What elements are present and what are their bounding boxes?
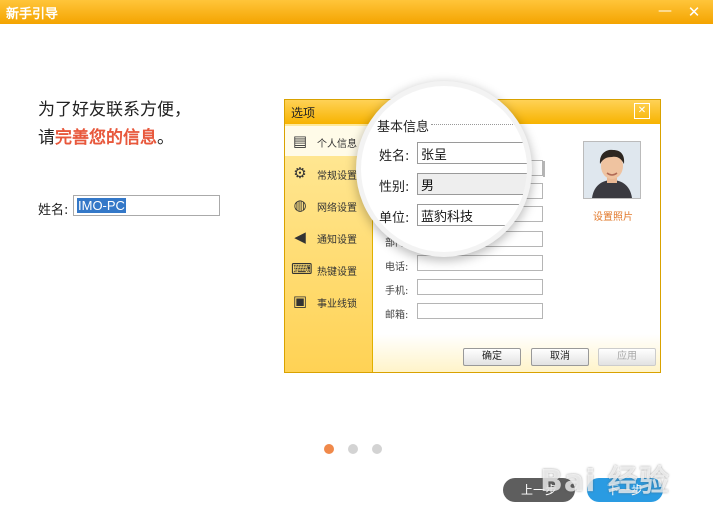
field-label-email: 邮箱: (385, 310, 409, 321)
ok-button-illustration: 确定 (463, 348, 521, 366)
phone-field (417, 255, 543, 271)
person-icon (584, 142, 640, 198)
sidebar-item-label: 个人信息 (317, 139, 357, 150)
email-field (417, 303, 543, 319)
name-input-value: IMO-PC (77, 198, 126, 213)
divider (431, 124, 527, 125)
sidebar-item-lock: ▣ 事业线锁 (285, 286, 372, 316)
basic-info-title: 基本信息 (377, 120, 430, 135)
intro-prefix: 请 (38, 128, 55, 148)
sidebar-item-label: 常规设置 (317, 171, 357, 182)
id-card-icon: ▤ (292, 132, 308, 150)
mag-name-field: 张呈 (417, 142, 527, 164)
field-label-mobile: 手机: (385, 286, 409, 297)
mag-gender-field: 男 (417, 173, 527, 195)
pager-dot-2[interactable] (348, 444, 358, 454)
intro-accent: 完善您的信息 (55, 128, 157, 148)
name-input[interactable]: IMO-PC (73, 195, 220, 216)
intro-text-line2: 请完善您的信息。 (38, 123, 174, 148)
speaker-icon: ◀ (294, 228, 306, 246)
set-photo-link: 设置照片 (593, 212, 633, 223)
sidebar-item-label: 网络设置 (317, 203, 357, 214)
sidebar-item-label: 热键设置 (317, 267, 357, 278)
dialog-title: 选项 (291, 106, 316, 120)
intro-text-line1: 为了好友联系方便， (38, 100, 191, 120)
avatar-photo (583, 141, 641, 199)
close-button[interactable]: ✕ (684, 2, 704, 22)
gear-icon: ⚙ (293, 164, 307, 182)
sidebar-item-label: 通知设置 (317, 235, 357, 246)
mag-unit-field: 蓝豹科技 (417, 204, 527, 226)
sidebar-item-personal-info: ▤ 个人信息 (285, 126, 372, 156)
pager-dot-1[interactable] (324, 444, 334, 454)
name-label: 姓名: (38, 203, 69, 218)
title-bar: 新手引导 — ✕ (0, 0, 713, 24)
mag-name-label: 姓名: (379, 149, 410, 164)
pager-dot-3[interactable] (372, 444, 382, 454)
sidebar-item-label: 事业线锁 (317, 299, 357, 310)
field-label-phone: 电话: (385, 262, 409, 273)
mag-gender-label: 性别: (379, 180, 410, 195)
next-step-button[interactable]: 下一步 (587, 478, 663, 502)
sidebar-item-notify: ◀ 通知设置 (285, 222, 372, 252)
intro-suffix: 。 (157, 128, 174, 148)
sidebar-item-general: ⚙ 常规设置 (285, 158, 372, 188)
sidebar-item-hotkey: ⌨ 热键设置 (285, 254, 372, 284)
magnifier-callout: 基本信息 姓名: 张呈 性别: 男 单位: 蓝豹科技 (361, 86, 527, 252)
mobile-field (417, 279, 543, 295)
cancel-button-illustration: 取消 (531, 348, 589, 366)
mag-unit-label: 单位: (379, 211, 410, 226)
dialog-close-icon: ✕ (634, 103, 650, 119)
prev-step-button[interactable]: 上一步 (503, 478, 575, 502)
sidebar-item-network: ◍ 网络设置 (285, 190, 372, 220)
globe-icon: ◍ (293, 196, 307, 214)
apply-button-illustration: 应用 (598, 348, 656, 366)
dialog-sidebar: ▤ 个人信息 ⚙ 常规设置 ◍ 网络设置 ◀ 通知设置 ⌨ 热键设置 ▣ 事业线… (285, 124, 373, 372)
minimize-button[interactable]: — (655, 2, 675, 22)
keyboard-icon: ⌨ (291, 260, 313, 278)
lock-icon: ▣ (292, 292, 308, 310)
form-field-edge (543, 161, 545, 177)
window-title: 新手引导 (6, 7, 59, 22)
